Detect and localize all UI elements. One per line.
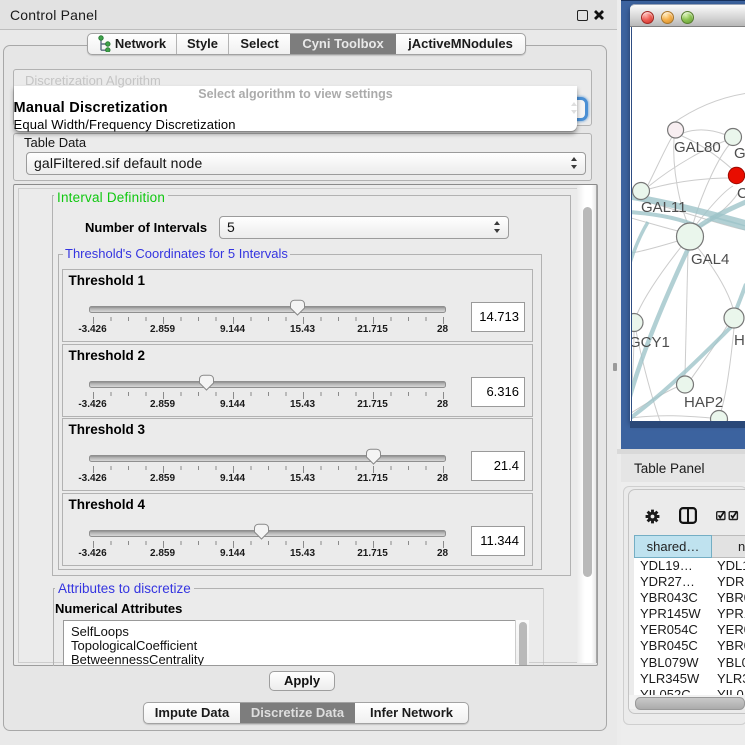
svg-text:GCY1: GCY1 — [632, 334, 670, 351]
svg-text:GAL4: GAL4 — [691, 251, 729, 268]
svg-text:H: H — [734, 332, 745, 349]
svg-text:HAP2: HAP2 — [684, 394, 723, 411]
svg-text:GA: GA — [734, 145, 745, 162]
svg-text:GAL11: GAL11 — [641, 199, 687, 216]
svg-text:C: C — [737, 185, 745, 202]
svg-text:GAL80: GAL80 — [674, 139, 721, 156]
